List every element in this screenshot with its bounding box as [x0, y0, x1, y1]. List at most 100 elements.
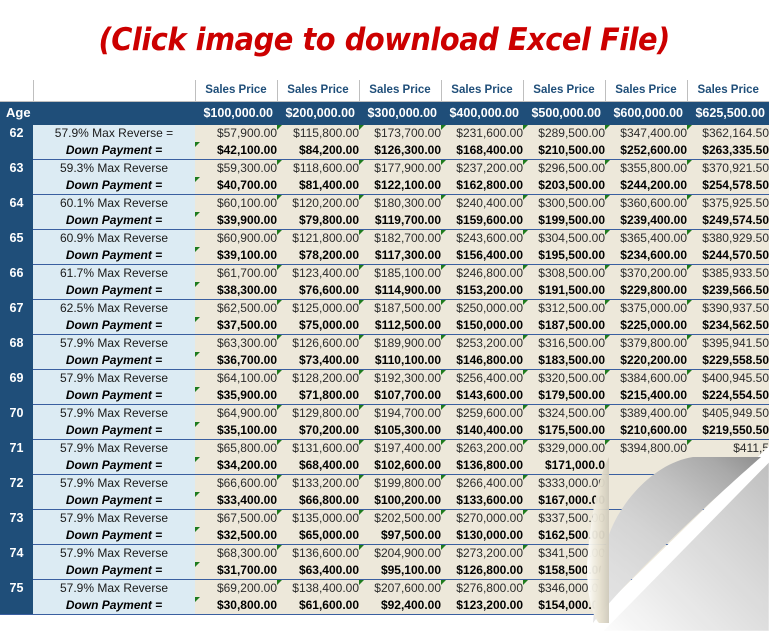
age-cell-spacer: [0, 317, 33, 335]
down-payment-value-cell: $195,500.00: [523, 247, 605, 265]
max-reverse-value-cell: $253,200.00: [441, 334, 523, 352]
age-cell: 68: [0, 334, 33, 352]
column-header-sales-price: Sales Price: [277, 80, 360, 102]
page-title[interactable]: (Click image to download Excel File): [99, 22, 671, 58]
down-payment-value-cell: $263,335.50: [687, 142, 769, 160]
down-payment-value-cell: [687, 492, 769, 510]
max-reverse-value-cell: $329,000.00: [523, 439, 605, 457]
max-reverse-value-cell: $389,400.00: [605, 404, 687, 422]
down-payment-value-cell: $63,400.00: [277, 562, 359, 580]
age-cell-spacer: [0, 142, 33, 160]
down-payment-value-cell: [605, 597, 687, 615]
down-payment-value-cell: $36,700.00: [195, 352, 277, 370]
header-blank-label: [33, 80, 196, 102]
down-payment-label: Down Payment =: [33, 142, 195, 160]
column-header-price-value: $600,000.00: [605, 101, 687, 125]
age-cell-spacer: [0, 387, 33, 405]
max-reverse-label: 60.9% Max Reverse: [33, 229, 195, 247]
age-cell: 63: [0, 159, 33, 177]
max-reverse-value-cell: $375,925.50: [687, 194, 769, 212]
max-reverse-label: 57.9% Max Reverse: [33, 439, 195, 457]
table-row: 71 57.9% Max Reverse $65,800.00 $131,600.00…: [0, 439, 769, 457]
down-payment-label: Down Payment =: [33, 457, 195, 475]
max-reverse-value-cell: $60,900.00: [195, 229, 277, 247]
down-payment-value-cell: $252,600.00: [605, 142, 687, 160]
down-payment-value-cell: $117,300.00: [359, 247, 441, 265]
column-header-sales-price: Sales Price: [441, 80, 524, 102]
down-payment-value-cell: $75,000.00: [277, 317, 359, 335]
max-reverse-label: 57.9% Max Reverse: [33, 404, 195, 422]
down-payment-value-cell: $162,800.00: [441, 177, 523, 195]
spreadsheet-area: Sales Price Sales Price Sales Price Sales P…: [0, 80, 769, 631]
column-header-price-value: $500,000.00: [523, 101, 605, 125]
max-reverse-value-cell: $263,200.00: [441, 439, 523, 457]
max-reverse-value-cell: $411,5: [687, 439, 769, 457]
max-reverse-value-cell: $121,800.00: [277, 229, 359, 247]
max-reverse-value-cell: $312,500.00: [523, 299, 605, 317]
down-payment-value-cell: $229,800.00: [605, 282, 687, 300]
column-header-sales-price: Sales Price: [523, 80, 606, 102]
down-payment-value-cell: $33,400.00: [195, 492, 277, 510]
down-payment-value-cell: $203,500.00: [523, 177, 605, 195]
age-cell: 62: [0, 124, 33, 142]
down-payment-value-cell: $150,000.00: [441, 317, 523, 335]
max-reverse-label: 57.9% Max Reverse: [33, 579, 195, 597]
down-payment-value-cell: $102,600.00: [359, 457, 441, 475]
down-payment-label: Down Payment =: [33, 352, 195, 370]
down-payment-value-cell: $71,800.00: [277, 387, 359, 405]
down-payment-value-cell: $114,900.00: [359, 282, 441, 300]
max-reverse-value-cell: [605, 579, 687, 597]
max-reverse-label: 57.9% Max Reverse: [33, 509, 195, 527]
table-row: 65 60.9% Max Reverse $60,900.00 $121,800.00…: [0, 229, 769, 247]
max-reverse-value-cell: $197,400.00: [359, 439, 441, 457]
table-row: Down Payment = $37,500.00 $75,000.00 $112,5…: [0, 317, 769, 335]
column-header-price-value: $300,000.00: [359, 101, 441, 125]
max-reverse-value-cell: $128,200.00: [277, 369, 359, 387]
table-row: 74 57.9% Max Reverse $68,300.00 $136,600.00…: [0, 544, 769, 562]
max-reverse-value-cell: $204,900.00: [359, 544, 441, 562]
max-reverse-value-cell: $246,800.00: [441, 264, 523, 282]
down-payment-value-cell: $244,200.00: [605, 177, 687, 195]
down-payment-value-cell: $215,400.00: [605, 387, 687, 405]
max-reverse-value-cell: $189,900.00: [359, 334, 441, 352]
max-reverse-value-cell: [687, 474, 769, 492]
max-reverse-value-cell: $173,700.00: [359, 124, 441, 142]
max-reverse-value-cell: $379,800.00: [605, 334, 687, 352]
max-reverse-value-cell: $273,200.00: [441, 544, 523, 562]
max-reverse-value-cell: $133,200.00: [277, 474, 359, 492]
table-row: Down Payment = $42,100.00 $84,200.00 $126,3…: [0, 142, 769, 160]
down-payment-value-cell: $84,200.00: [277, 142, 359, 160]
down-payment-label: Down Payment =: [33, 422, 195, 440]
age-cell-spacer: [0, 247, 33, 265]
down-payment-value-cell: $97,500.00: [359, 527, 441, 545]
max-reverse-value-cell: $182,700.00: [359, 229, 441, 247]
table-row: 64 60.1% Max Reverse $60,100.00 $120,200.00…: [0, 194, 769, 212]
down-payment-value-cell: $100,200.00: [359, 492, 441, 510]
down-payment-label: Down Payment =: [33, 282, 195, 300]
down-payment-value-cell: $219,550.50: [687, 422, 769, 440]
table-row: 62 57.9% Max Reverse = $57,900.00 $115,800.…: [0, 124, 769, 142]
down-payment-value-cell: [605, 457, 687, 475]
max-reverse-value-cell: $185,100.00: [359, 264, 441, 282]
table-row: 75 57.9% Max Reverse $69,200.00 $138,400.00…: [0, 579, 769, 597]
max-reverse-label: 59.3% Max Reverse: [33, 159, 195, 177]
max-reverse-value-cell: $57,900.00: [195, 124, 277, 142]
max-reverse-value-cell: $118,600.00: [277, 159, 359, 177]
down-payment-label: Down Payment =: [33, 212, 195, 230]
column-header-sales-price: Sales Price: [195, 80, 278, 102]
table-row: 72 57.9% Max Reverse $66,600.00 $133,200.00…: [0, 474, 769, 492]
table-row: Down Payment = $30,800.00 $61,600.00 $92,40…: [0, 597, 769, 615]
table-row: Down Payment = $35,900.00 $71,800.00 $107,7…: [0, 387, 769, 405]
max-reverse-value-cell: $231,600.00: [441, 124, 523, 142]
reverse-mortgage-table: Sales Price Sales Price Sales Price Sales P…: [0, 80, 769, 615]
age-cell: 73: [0, 509, 33, 527]
down-payment-value-cell: $225,000.00: [605, 317, 687, 335]
down-payment-value-cell: $153,200.00: [441, 282, 523, 300]
max-reverse-value-cell: $289,500.00: [523, 124, 605, 142]
down-payment-value-cell: [605, 562, 687, 580]
max-reverse-value-cell: $126,600.00: [277, 334, 359, 352]
max-reverse-value-cell: $370,200.00: [605, 264, 687, 282]
max-reverse-value-cell: $240,400.00: [441, 194, 523, 212]
max-reverse-value-cell: [687, 509, 769, 527]
age-cell-spacer: [0, 527, 33, 545]
